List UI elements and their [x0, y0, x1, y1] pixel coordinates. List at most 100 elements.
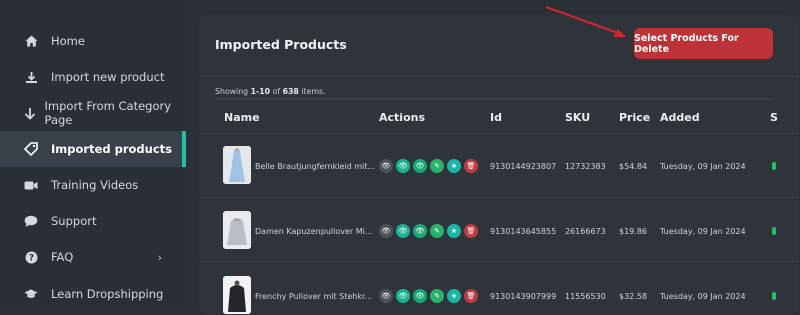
product-id: 9130143645855: [490, 227, 557, 236]
product-thumbnail[interactable]: [223, 146, 251, 184]
row-actions: 👁 👁 👁 ✎ ★ 🗑: [379, 289, 478, 303]
product-added-date: Tuesday, 09 Jan 2024: [660, 162, 746, 171]
product-thumbnail[interactable]: [223, 276, 251, 314]
chevron-right-icon: ›: [157, 250, 162, 264]
horizontal-scrollbar[interactable]: [215, 98, 773, 100]
row-actions: 👁 👁 👁 ✎ ★ 🗑: [379, 224, 478, 238]
favorite-button[interactable]: ★: [447, 159, 461, 173]
product-id: 9130144923807: [490, 162, 557, 171]
product-thumbnail[interactable]: [223, 211, 251, 249]
favorite-button[interactable]: ★: [447, 289, 461, 303]
sidebar-item-label: Learn Dropshipping: [51, 287, 164, 301]
edit-button[interactable]: ✎: [430, 289, 444, 303]
sidebar-item-home[interactable]: Home: [0, 23, 186, 59]
eye-icon: 👁: [415, 226, 425, 235]
eye-icon: 👁: [381, 291, 391, 300]
column-header-name[interactable]: Name: [224, 111, 260, 124]
sidebar-item-label: Import new product: [51, 70, 165, 84]
column-header-status[interactable]: S: [770, 111, 778, 124]
preview-button[interactable]: 👁: [379, 224, 393, 238]
preview-button[interactable]: 👁: [379, 159, 393, 173]
items-count-text: Showing 1-10 of 638 items.: [215, 87, 326, 96]
status-toggle[interactable]: [772, 227, 776, 235]
tag-icon: [24, 142, 38, 156]
trash-icon: 🗑: [466, 226, 476, 235]
product-name[interactable]: Damen Kapuzenpullover Mi...: [255, 227, 372, 236]
product-name[interactable]: Frenchy Pullover mit Stehkr...: [255, 292, 372, 301]
product-sku: 11556530: [565, 292, 606, 301]
sidebar-item-support[interactable]: Support: [0, 203, 186, 239]
arrow-down-icon: [24, 106, 37, 120]
column-header-id[interactable]: Id: [490, 111, 502, 124]
edit-button[interactable]: ✎: [430, 159, 444, 173]
showing-of: of: [270, 87, 283, 96]
pencil-icon: ✎: [434, 226, 440, 235]
sidebar-item-label: Imported products: [51, 142, 172, 156]
select-products-for-delete-button[interactable]: Select Products For Delete: [634, 28, 773, 59]
trash-icon: 🗑: [466, 291, 476, 300]
sidebar-item-label: Training Videos: [51, 178, 139, 192]
home-icon: [24, 34, 38, 48]
showing-suffix: items.: [298, 87, 326, 96]
product-added-date: Tuesday, 09 Jan 2024: [660, 227, 746, 236]
view-store-button[interactable]: 👁: [413, 159, 427, 173]
product-id: 9130143907999: [490, 292, 557, 301]
sidebar: Home Import new product Import From Cate…: [0, 0, 186, 307]
product-sku: 12732383: [565, 162, 606, 171]
row-actions: 👁 👁 👁 ✎ ★ 🗑: [379, 159, 478, 173]
edit-button[interactable]: ✎: [430, 224, 444, 238]
column-header-actions: Actions: [379, 111, 425, 124]
page-title: Imported Products: [215, 37, 347, 52]
sidebar-item-label: Home: [51, 34, 85, 48]
product-price: $19.86: [619, 227, 647, 236]
eye-icon: 👁: [398, 291, 408, 300]
eye-icon: 👁: [415, 291, 425, 300]
svg-text:?: ?: [28, 253, 33, 263]
view-store-button[interactable]: 👁: [413, 289, 427, 303]
imported-products-panel: Imported Products Select Products For De…: [199, 15, 799, 315]
view-button[interactable]: 👁: [396, 224, 410, 238]
preview-button[interactable]: 👁: [379, 289, 393, 303]
view-button[interactable]: 👁: [396, 159, 410, 173]
column-header-added[interactable]: Added: [660, 111, 700, 124]
sidebar-item-label: Import From Category Page: [44, 99, 172, 127]
panel-header: Imported Products Select Products For De…: [199, 15, 799, 77]
eye-icon: 👁: [381, 226, 391, 235]
star-icon: ★: [450, 291, 458, 300]
question-icon: ?: [24, 250, 38, 264]
trash-icon: 🗑: [466, 161, 476, 170]
view-store-button[interactable]: 👁: [413, 224, 427, 238]
sidebar-item-faq[interactable]: ? FAQ ›: [0, 239, 186, 275]
product-sku: 26166673: [565, 227, 606, 236]
showing-total: 638: [282, 87, 299, 96]
column-header-sku[interactable]: SKU: [565, 111, 590, 124]
sidebar-item-import-new-product[interactable]: Import new product: [0, 59, 186, 95]
eye-icon: 👁: [398, 161, 408, 170]
product-added-date: Tuesday, 09 Jan 2024: [660, 292, 746, 301]
star-icon: ★: [450, 226, 458, 235]
delete-button[interactable]: 🗑: [464, 289, 478, 303]
eye-icon: 👁: [398, 226, 408, 235]
column-header-price[interactable]: Price: [619, 111, 650, 124]
pencil-icon: ✎: [434, 291, 440, 300]
video-camera-icon: [24, 178, 38, 192]
status-toggle[interactable]: [772, 292, 776, 300]
product-name[interactable]: Belle Brautjungfernkleid mit...: [255, 162, 375, 171]
sidebar-item-training-videos[interactable]: Training Videos: [0, 167, 186, 203]
sidebar-item-imported-products[interactable]: Imported products: [0, 131, 186, 167]
eye-icon: 👁: [415, 161, 425, 170]
delete-button[interactable]: 🗑: [464, 159, 478, 173]
star-icon: ★: [450, 161, 458, 170]
sidebar-item-label: FAQ: [51, 250, 74, 264]
favorite-button[interactable]: ★: [447, 224, 461, 238]
product-price: $54.84: [619, 162, 647, 171]
graduation-cap-icon: [24, 287, 38, 301]
eye-icon: 👁: [381, 161, 391, 170]
status-toggle[interactable]: [772, 162, 776, 170]
view-button[interactable]: 👁: [396, 289, 410, 303]
sidebar-item-import-from-category-page[interactable]: Import From Category Page: [0, 95, 186, 131]
delete-button[interactable]: 🗑: [464, 224, 478, 238]
sidebar-item-label: Support: [51, 214, 97, 228]
table-row: Belle Brautjungfernkleid mit... 👁 👁 👁 ✎ …: [199, 133, 799, 198]
pencil-icon: ✎: [434, 161, 440, 170]
